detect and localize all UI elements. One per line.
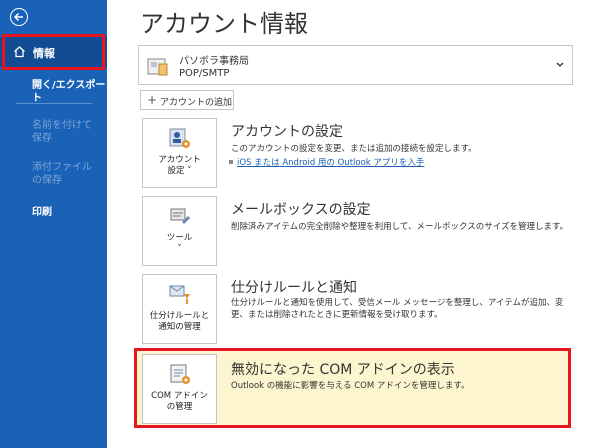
tile-label: 通知の管理 bbox=[158, 322, 201, 332]
tile-label: アカウント bbox=[158, 155, 201, 165]
nav-save-attachments[interactable]: 添付ファイルの保存 bbox=[32, 161, 100, 187]
nav-print[interactable]: 印刷 bbox=[32, 206, 52, 219]
page-title: アカウント情報 bbox=[140, 10, 308, 38]
info-highlight-box bbox=[2, 34, 105, 70]
tile-label: 仕分けルールと bbox=[149, 311, 210, 321]
back-arrow-icon[interactable] bbox=[10, 8, 28, 26]
nav-open-export[interactable]: 開く/エクスポート bbox=[32, 79, 107, 105]
account-type: POP/SMTP bbox=[179, 68, 230, 79]
main-pane: アカウント情報 パソボラ事務局 POP/SMTP + アカウントの追加 アカウン… bbox=[107, 0, 590, 448]
chevron-down-icon bbox=[556, 62, 564, 67]
account-settings-icon bbox=[169, 128, 190, 148]
section-heading: アカウントの設定 bbox=[231, 124, 343, 140]
backstage-sidebar: 情報 開く/エクスポート 名前を付けて保存 添付ファイルの保存 印刷 bbox=[0, 0, 107, 448]
tile-label: 設定 ˅ bbox=[167, 166, 192, 176]
nav-divider bbox=[16, 103, 92, 104]
account-name: パソボラ事務局 bbox=[179, 56, 249, 67]
section-description: 削除済みアイテムの完全削除や整理を利用して、メールボックスのサイズを管理します。 bbox=[231, 222, 569, 232]
add-account-label: アカウントの追加 bbox=[160, 98, 233, 108]
outlook-app-link[interactable]: iOS または Android 用の Outlook アプリを入手 bbox=[237, 156, 424, 168]
plus-icon: + bbox=[147, 93, 158, 107]
section-heading: 仕分けルールと通知 bbox=[231, 280, 357, 296]
rules-alerts-tile[interactable]: 仕分けルールと 通知の管理 bbox=[142, 274, 217, 344]
account-settings-tile[interactable]: アカウント 設定 ˅ bbox=[142, 118, 217, 188]
tools-tile[interactable]: ツール ˅ bbox=[142, 196, 217, 266]
add-account-button[interactable]: + アカウントの追加 bbox=[140, 90, 234, 110]
rules-alerts-icon bbox=[169, 285, 190, 304]
nav-save-as[interactable]: 名前を付けて保存 bbox=[32, 119, 100, 145]
tile-label: ツール bbox=[166, 233, 193, 243]
account-selector[interactable]: パソボラ事務局 POP/SMTP bbox=[138, 45, 573, 85]
bullet bbox=[229, 160, 233, 164]
section-description: 仕分けルールと通知を使用して、受信メール メッセージを整理し、アイテムが追加、変… bbox=[231, 298, 564, 320]
tile-label: ˅ bbox=[177, 244, 182, 254]
section-description: このアカウントの設定を変更、または追加の接続を設定します。 bbox=[231, 144, 477, 154]
com-addins-highlight-box bbox=[134, 348, 571, 428]
section-heading: メールボックスの設定 bbox=[231, 202, 371, 218]
tools-icon bbox=[170, 208, 190, 224]
account-icon bbox=[147, 58, 168, 76]
